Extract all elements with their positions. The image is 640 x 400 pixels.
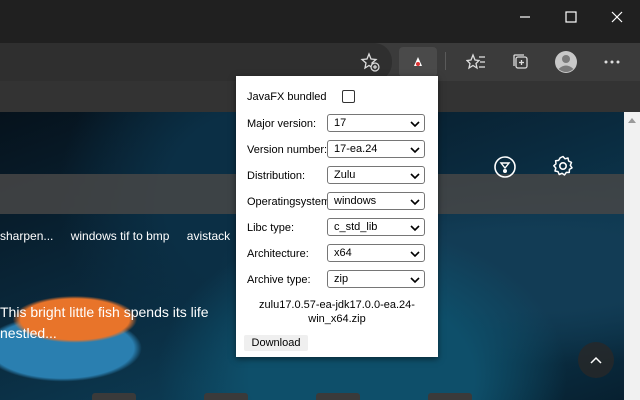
field-row: Libc type: c_std_lib (247, 218, 429, 238)
toolbar-divider (445, 52, 446, 70)
page-scrollbar[interactable] (624, 112, 640, 400)
tile-thumbnail[interactable] (428, 393, 472, 400)
rewards-icon (494, 156, 516, 178)
quick-links: sharpen... windows tif to bmp avistack (0, 229, 244, 243)
field-label: Version number: (247, 144, 327, 156)
page-settings-button[interactable] (550, 153, 576, 179)
field-label: Architecture: (247, 248, 309, 260)
tile-thumbnail[interactable] (316, 393, 360, 400)
javafx-label: JavaFX bundled (247, 91, 327, 103)
title-bar (0, 0, 640, 35)
field-label: Operatingsystem: (247, 196, 327, 208)
extension-icon (414, 57, 422, 66)
field-row: Archive type: zip (247, 270, 429, 290)
image-caption[interactable]: This bright little fish spends its life … (0, 302, 230, 344)
distribution-select[interactable]: Zulu (327, 166, 425, 184)
maximize-button[interactable] (548, 0, 594, 33)
chevron-down-icon (410, 173, 420, 180)
tile-thumbnail[interactable] (92, 393, 136, 400)
more-button[interactable] (597, 47, 627, 77)
quick-link[interactable]: sharpen... (0, 229, 53, 243)
quick-link[interactable]: avistack (187, 229, 230, 243)
field-label: Archive type: (247, 274, 311, 286)
scroll-up-button[interactable] (624, 112, 640, 128)
profile-button[interactable] (551, 47, 581, 77)
version-number-select[interactable]: 17-ea.24 (327, 140, 425, 158)
minimize-button[interactable] (502, 0, 548, 33)
rewards-button[interactable] (492, 154, 518, 180)
add-favorite-icon (360, 52, 380, 72)
close-window-button[interactable] (594, 0, 640, 33)
archive-filename: zulu17.0.57-ea-jdk17.0.0-ea.24- win_x64.… (259, 299, 415, 325)
download-button[interactable]: Download (244, 335, 308, 351)
chevron-up-icon (590, 356, 602, 364)
tile-thumbnail[interactable] (204, 393, 248, 400)
java-extension-button[interactable] (399, 47, 437, 77)
profile-icon (555, 51, 577, 73)
libc-type-select[interactable]: c_std_lib (327, 218, 425, 236)
chevron-down-icon (410, 225, 420, 232)
chevron-down-icon (410, 251, 420, 258)
field-row: Architecture: x64 (247, 244, 429, 264)
gear-icon (553, 155, 573, 176)
chevron-down-icon (410, 147, 420, 154)
collections-button[interactable] (505, 47, 535, 77)
javafx-row: JavaFX bundled (247, 87, 429, 107)
field-label: Distribution: (247, 170, 306, 182)
chevron-down-icon (410, 121, 420, 128)
field-label: Libc type: (247, 222, 295, 234)
add-favorite-button[interactable] (355, 47, 385, 77)
scroll-to-top-button[interactable] (578, 342, 614, 378)
field-row: Major version: 17 (247, 114, 429, 134)
field-row: Operatingsystem: windows (247, 192, 429, 212)
close-icon (611, 11, 623, 22)
quick-link[interactable]: windows tif to bmp (71, 229, 170, 243)
favorites-button[interactable] (461, 47, 491, 77)
operating-system-select[interactable]: windows (327, 192, 425, 210)
chevron-down-icon (410, 277, 420, 284)
more-icon (604, 60, 620, 64)
chevron-down-icon (410, 199, 420, 206)
architecture-select[interactable]: x64 (327, 244, 425, 262)
archive-type-select[interactable]: zip (327, 270, 425, 288)
field-row: Distribution: Zulu (247, 166, 429, 186)
favorites-icon (466, 53, 485, 70)
minimize-icon (520, 15, 530, 18)
javafx-checkbox[interactable] (342, 90, 355, 103)
caret-up-icon (628, 118, 636, 123)
major-version-select[interactable]: 17 (327, 114, 425, 132)
jdk-download-popup: JavaFX bundled Major version: 17 Version… (236, 76, 438, 357)
collections-icon (513, 54, 528, 69)
field-row: Version number: 17-ea.24 (247, 140, 429, 160)
field-label: Major version: (247, 118, 317, 130)
maximize-icon (565, 10, 577, 23)
